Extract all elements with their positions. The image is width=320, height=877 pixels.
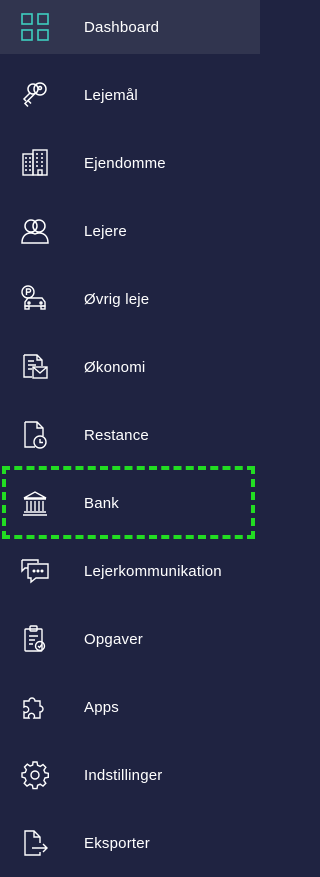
keys-icon — [20, 80, 50, 110]
sidebar-item-label: Indstillinger — [84, 766, 163, 784]
dashboard-grid-icon — [20, 12, 50, 42]
document-clock-icon — [20, 420, 50, 450]
sidebar-item-lejemal[interactable]: Lejemål — [0, 68, 260, 122]
sidebar-item-lejerkommunikation[interactable]: Lejerkommunikation — [0, 544, 260, 598]
sidebar-item-restance[interactable]: Restance — [0, 408, 260, 462]
sidebar-item-label: Eksporter — [84, 834, 150, 852]
sidebar-item-bank[interactable]: Bank — [0, 476, 260, 530]
export-icon — [20, 828, 50, 858]
sidebar-item-eksporter[interactable]: Eksporter — [0, 816, 260, 870]
sidebar-item-dashboard[interactable]: Dashboard — [0, 0, 260, 54]
sidebar-item-label: Bank — [84, 494, 119, 512]
sidebar-item-label: Øvrig leje — [84, 290, 150, 308]
invoice-icon — [20, 352, 50, 382]
sidebar-item-label: Dashboard — [84, 18, 160, 36]
sidebar-item-opgaver[interactable]: Opgaver — [0, 612, 260, 666]
sidebar-item-indstillinger[interactable]: Indstillinger — [0, 748, 260, 802]
sidebar-item-label: Apps — [84, 698, 119, 716]
sidebar-item-label: Restance — [84, 426, 149, 444]
sidebar-item-label: Lejerkommunikation — [84, 562, 222, 580]
users-icon — [20, 216, 50, 246]
sidebar-item-label: Opgaver — [84, 630, 143, 648]
sidebar-item-okonomi[interactable]: Økonomi — [0, 340, 260, 394]
clipboard-check-icon — [20, 624, 50, 654]
sidebar-item-label: Lejere — [84, 222, 127, 240]
sidebar-item-label: Ejendomme — [84, 154, 166, 172]
sidebar-item-ovrig-leje[interactable]: Øvrig leje — [0, 272, 260, 326]
puzzle-icon — [20, 692, 50, 722]
chat-icon — [20, 556, 50, 586]
sidebar-item-apps[interactable]: Apps — [0, 680, 260, 734]
sidebar-item-ejendomme[interactable]: Ejendomme — [0, 136, 260, 190]
sidebar-nav: Dashboard Lejemål Ejendomme Lejere Øvrig… — [0, 0, 260, 877]
sidebar-item-lejere[interactable]: Lejere — [0, 204, 260, 258]
bank-icon — [20, 488, 50, 518]
building-icon — [20, 148, 50, 178]
sidebar-item-label: Økonomi — [84, 358, 146, 376]
parking-car-icon — [20, 284, 50, 314]
gear-icon — [20, 760, 50, 790]
sidebar-item-label: Lejemål — [84, 86, 138, 104]
